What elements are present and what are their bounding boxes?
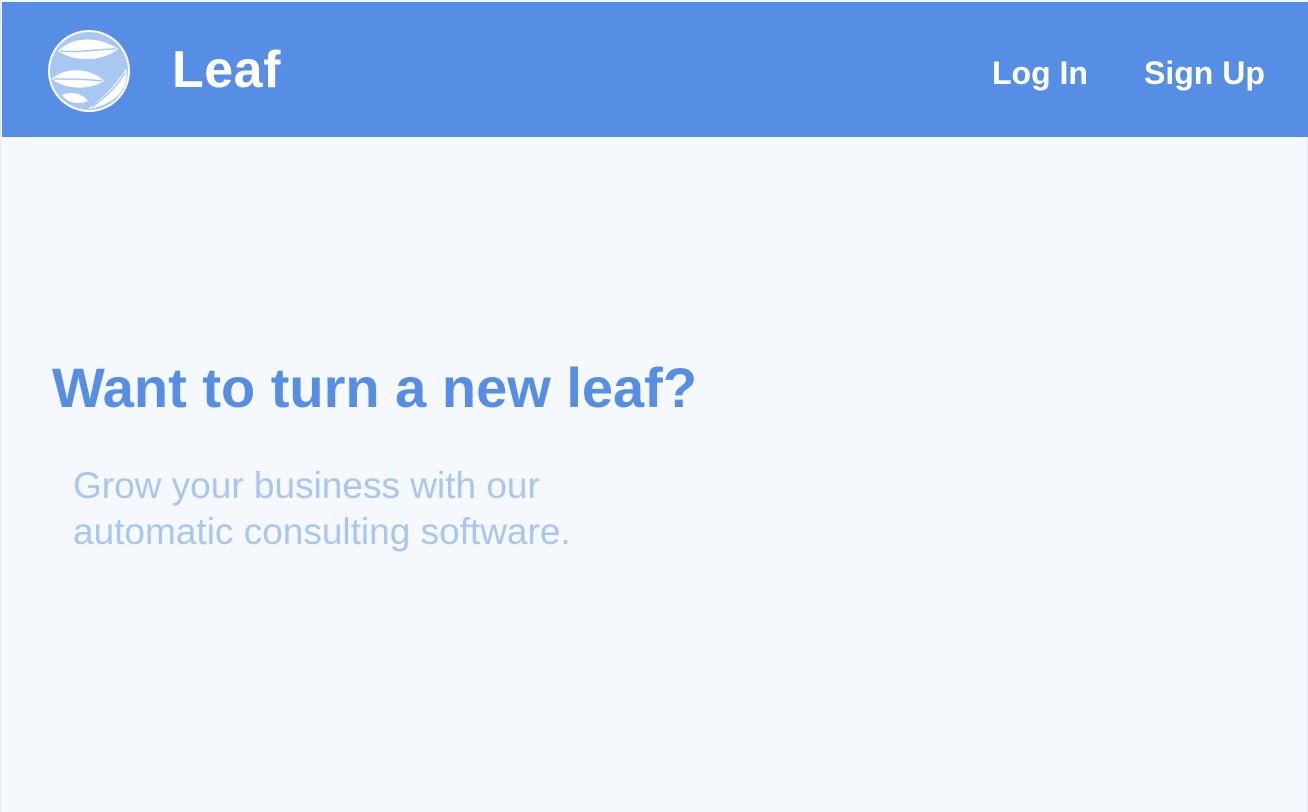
- hero-subtitle-line-1: Grow your business with our: [73, 465, 540, 506]
- hero-subtitle: Grow your business with our automatic co…: [73, 463, 673, 555]
- signup-link[interactable]: Sign Up: [1144, 57, 1265, 89]
- hero-subtitle-line-2: automatic consulting software.: [73, 511, 571, 552]
- top-navbar: Leaf Log In Sign Up: [2, 2, 1308, 137]
- brand-name[interactable]: Leaf: [172, 44, 281, 96]
- login-link[interactable]: Log In: [992, 57, 1088, 89]
- page: Leaf Log In Sign Up Want to turn a new l…: [0, 0, 1308, 812]
- leaf-logo-icon[interactable]: [46, 29, 132, 113]
- hero-title: Want to turn a new leaf?: [52, 356, 698, 419]
